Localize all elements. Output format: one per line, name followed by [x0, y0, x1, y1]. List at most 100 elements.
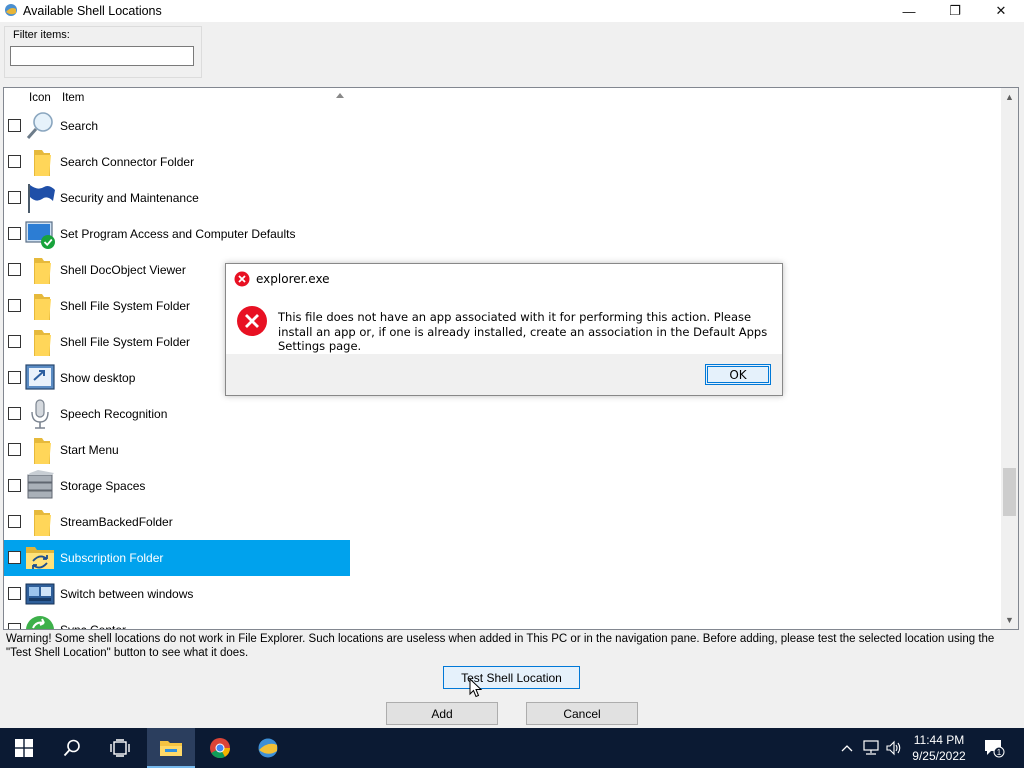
show-hidden-icons-button[interactable]: [838, 728, 856, 768]
item-label: Security and Maintenance: [60, 191, 199, 205]
list-item[interactable]: Storage Spaces: [4, 468, 350, 504]
scroll-down-icon[interactable]: ▼: [1005, 615, 1014, 625]
warning-text: Warning! Some shell locations do not wor…: [6, 633, 995, 659]
filter-input[interactable]: [10, 46, 194, 66]
switch-windows-icon: [24, 578, 56, 610]
notification-count: 1: [997, 748, 1002, 757]
item-label: Set Program Access and Computer Defaults: [60, 227, 296, 241]
error-icon: [237, 306, 267, 336]
item-label: Show desktop: [60, 371, 136, 385]
item-checkbox[interactable]: [8, 335, 21, 348]
item-checkbox[interactable]: [8, 299, 21, 312]
vertical-scrollbar[interactable]: ▲ ▼: [1001, 88, 1018, 629]
taskbar-clock[interactable]: 11:44 PM 9/25/2022: [900, 732, 978, 764]
column-header-item[interactable]: Item: [62, 92, 84, 104]
item-checkbox[interactable]: [8, 155, 21, 168]
chevron-up-icon: [841, 745, 853, 752]
list-item[interactable]: Search: [4, 108, 350, 144]
file-explorer-button[interactable]: [147, 728, 195, 768]
filter-label: Filter items:: [13, 29, 70, 41]
task-view-icon: [110, 739, 130, 757]
folder-icon: [24, 506, 56, 538]
list-item[interactable]: Subscription Folder: [4, 540, 350, 576]
mouse-cursor-icon: [469, 678, 483, 698]
item-checkbox[interactable]: [8, 191, 21, 204]
item-label: Subscription Folder: [60, 551, 164, 565]
error-dialog: explorer.exe This file does not have an …: [225, 263, 783, 396]
item-label: Shell DocObject Viewer: [60, 263, 186, 277]
item-checkbox[interactable]: [8, 623, 21, 629]
item-checkbox[interactable]: [8, 515, 21, 528]
item-label: Start Menu: [60, 443, 119, 457]
item-checkbox[interactable]: [8, 443, 21, 456]
item-checkbox[interactable]: [8, 263, 21, 276]
show-desktop-icon: [24, 362, 56, 394]
chrome-button[interactable]: [196, 728, 244, 768]
item-checkbox[interactable]: [8, 407, 21, 420]
list-item[interactable]: Search Connector Folder: [4, 144, 350, 180]
list-item[interactable]: Set Program Access and Computer Defaults: [4, 216, 350, 252]
filter-group: Filter items:: [4, 26, 202, 78]
notification-icon: 1: [985, 740, 1005, 758]
list-item[interactable]: Sync Center: [4, 612, 350, 630]
item-checkbox[interactable]: [8, 227, 21, 240]
list-item[interactable]: Switch between windows: [4, 576, 350, 612]
window-title: Available Shell Locations: [23, 4, 162, 18]
item-label: Speech Recognition: [60, 407, 168, 421]
item-label: StreamBackedFolder: [60, 515, 173, 529]
flag-icon: [24, 182, 56, 214]
close-button[interactable]: ✕: [978, 0, 1024, 22]
list-item[interactable]: Security and Maintenance: [4, 180, 350, 216]
folder-icon: [24, 146, 56, 178]
file-explorer-icon: [160, 741, 182, 756]
item-checkbox[interactable]: [8, 119, 21, 132]
winaero-tweaker-button[interactable]: [244, 728, 292, 768]
sort-ascending-icon: [336, 93, 344, 98]
item-checkbox[interactable]: [8, 371, 21, 384]
task-view-button[interactable]: [96, 728, 144, 768]
folder-icon: [24, 434, 56, 466]
clock-date: 9/25/2022: [912, 749, 966, 763]
close-icon: ✕: [995, 3, 1007, 18]
start-button[interactable]: [0, 728, 48, 768]
chrome-icon: [210, 738, 231, 759]
folder-icon: [24, 290, 56, 322]
winaero-tweaker-icon: [258, 738, 278, 758]
item-label: Search: [60, 119, 99, 133]
clock-time: 11:44 PM: [913, 733, 965, 747]
error-small-icon: [234, 271, 250, 287]
dialog-title: explorer.exe: [256, 272, 330, 286]
test-shell-location-button[interactable]: Test Shell Location: [443, 666, 580, 689]
maximize-button[interactable]: ❐: [932, 0, 978, 22]
minimize-button[interactable]: —: [886, 0, 932, 22]
taskbar: 11:44 PM 9/25/2022 1: [0, 728, 1024, 768]
list-item[interactable]: Speech Recognition: [4, 396, 350, 432]
item-label: Search Connector Folder: [60, 155, 195, 169]
restore-icon: ❐: [949, 3, 961, 18]
list-header: Icon Item: [4, 88, 1004, 110]
sync-center-icon: [24, 614, 56, 629]
item-checkbox[interactable]: [8, 587, 21, 600]
magnifier-icon: [24, 110, 56, 142]
search-icon: [63, 739, 80, 757]
dialog-ok-button[interactable]: OK: [705, 364, 771, 385]
folder-icon: [24, 254, 56, 286]
dialog-message: This file does not have an app associate…: [278, 310, 768, 353]
column-header-icon[interactable]: Icon: [29, 92, 51, 104]
item-label: Sync Center: [60, 623, 127, 630]
taskbar-search-button[interactable]: [48, 728, 96, 768]
folder-icon: [24, 326, 56, 358]
scrollbar-thumb[interactable]: [1003, 468, 1016, 516]
program-defaults-icon: [24, 218, 56, 250]
cancel-button[interactable]: Cancel: [526, 702, 638, 725]
add-button[interactable]: Add: [386, 702, 498, 725]
action-center-button[interactable]: 1: [980, 728, 1008, 768]
scroll-up-icon[interactable]: ▲: [1005, 92, 1014, 102]
app-icon: [5, 4, 17, 16]
list-item[interactable]: StreamBackedFolder: [4, 504, 350, 540]
network-tray-button[interactable]: [860, 728, 882, 768]
item-checkbox[interactable]: [8, 479, 21, 492]
list-item[interactable]: Start Menu: [4, 432, 350, 468]
dialog-body: explorer.exe This file does not have an …: [226, 264, 782, 354]
item-checkbox[interactable]: [8, 551, 21, 564]
